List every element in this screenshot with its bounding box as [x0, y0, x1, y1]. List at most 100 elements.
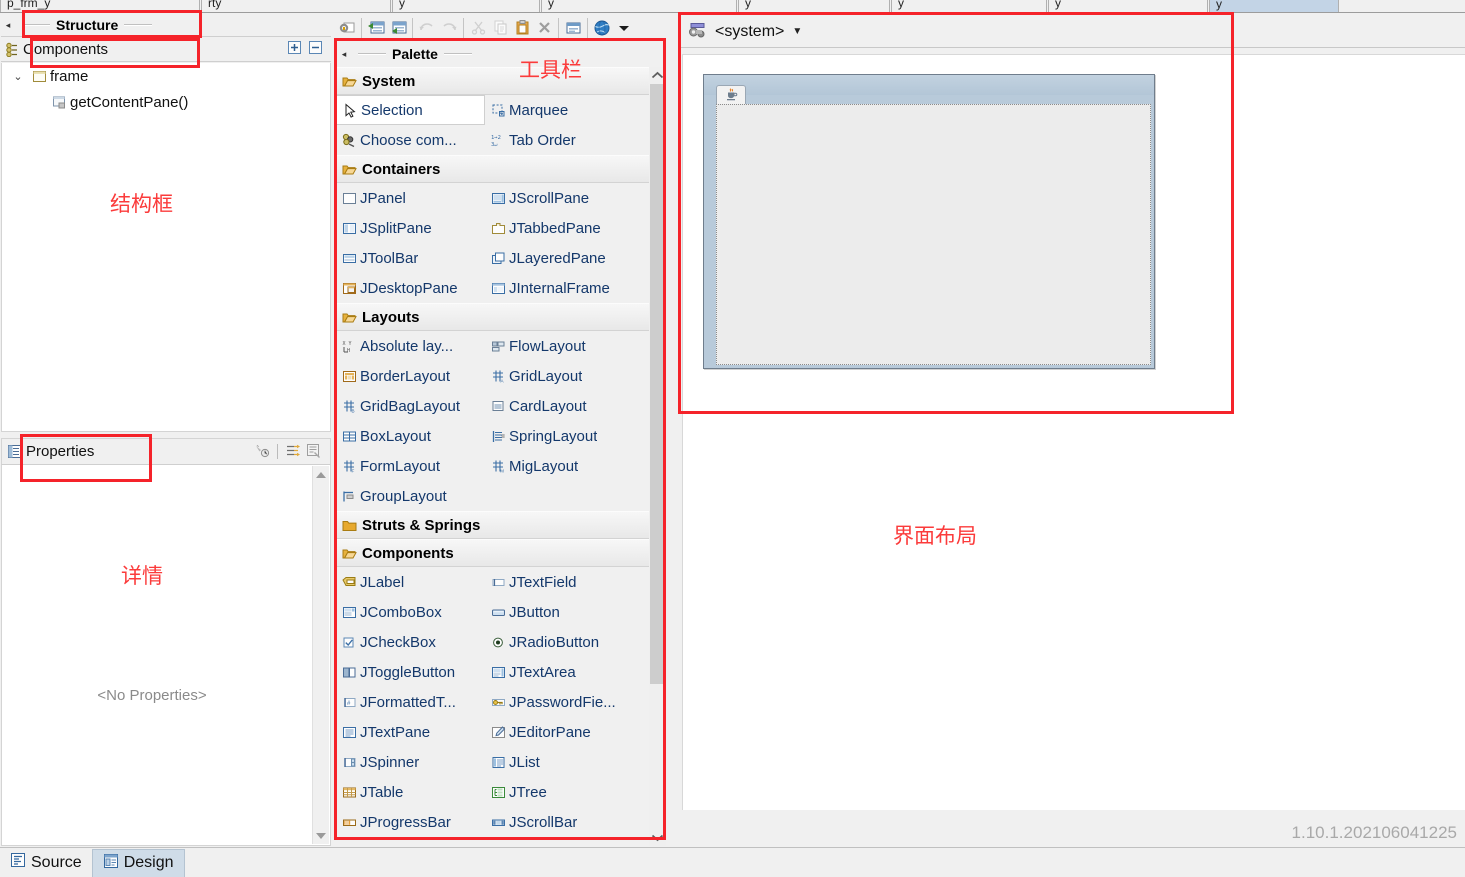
jframe-preview[interactable] [703, 74, 1155, 369]
miglayout-icon: M [487, 459, 509, 474]
palette-item-jeditorpane[interactable]: JEditorPane [485, 717, 634, 747]
show-advanced-icon[interactable] [285, 443, 301, 461]
undo-icon[interactable] [416, 17, 438, 39]
editor-tab[interactable]: y [891, 0, 1047, 12]
palette-item-formlayout[interactable]: F FormLayout [336, 451, 485, 481]
tree-row[interactable]: ⌄ frame [2, 63, 330, 89]
palette-item-jradiobutton[interactable]: JRadioButton [485, 627, 634, 657]
palette-scrollbar[interactable] [649, 67, 666, 846]
palette-item-jscrollbar[interactable]: JScrollBar [485, 807, 634, 837]
palette-item-springlayout[interactable]: ≣ SpringLayout [485, 421, 634, 451]
jframe-content-pane[interactable] [716, 104, 1151, 365]
palette-item-absolute-lay[interactable]: X Y H Absolute lay... [336, 331, 485, 361]
palette-item-jscrollpane[interactable]: JScrollPane [485, 183, 634, 213]
scroll-down-arrow-icon[interactable] [313, 827, 329, 844]
palette-item-jlabel[interactable]: JLabel [336, 567, 485, 597]
palette-item-flowlayout[interactable]: FlowLayout [485, 331, 634, 361]
palette-item-jlist[interactable]: JList [485, 747, 634, 777]
jframe-icon-tab[interactable] [716, 85, 746, 105]
palette-item-jformattedt[interactable]: # JFormattedT... [336, 687, 485, 717]
paste-icon[interactable] [511, 17, 533, 39]
palette-item-choose-com[interactable]: Choose com... [336, 125, 485, 155]
expand-all-icon[interactable] [287, 40, 302, 58]
palette-item-jinternalframe[interactable]: JInternalFrame [485, 273, 634, 303]
tab-source[interactable]: Source [0, 849, 92, 877]
palette-item-selection[interactable]: Selection [336, 95, 485, 125]
scroll-up-arrow-icon[interactable] [649, 67, 666, 84]
palette-item-jtable[interactable]: JTable [336, 777, 485, 807]
properties-scrollbar[interactable] [312, 466, 329, 844]
collapse-left-arrow-icon[interactable]: ◂ [0, 20, 16, 31]
show-events-icon[interactable] [254, 443, 270, 461]
palette-item-jtogglebutton[interactable]: JToggleButton [336, 657, 485, 687]
editor-tab[interactable]: y [541, 0, 737, 12]
palette-scroll-track[interactable] [649, 84, 666, 829]
boxlayout-icon [338, 429, 360, 444]
export-window-icon[interactable] [387, 17, 409, 39]
palette-category-label: Layouts [362, 308, 420, 326]
palette-item-jtextpane[interactable]: JTextPane [336, 717, 485, 747]
scroll-down-arrow-icon[interactable] [649, 829, 666, 846]
chevron-down-icon[interactable]: ▼ [792, 26, 802, 37]
editor-tab[interactable]: rty [201, 0, 391, 12]
delete-icon[interactable] [533, 17, 555, 39]
palette-item-label: JSplitPane [360, 219, 432, 237]
properties-body[interactable]: <No Properties> [1, 465, 331, 846]
palette-item-jdesktoppane[interactable]: JDesktopPane [336, 273, 485, 303]
collapse-left-arrow-icon[interactable]: ◂ [336, 49, 352, 60]
palette-item-jprogressbar[interactable]: JProgressBar [336, 807, 485, 837]
palette-item-jlayeredpane[interactable]: JLayeredPane [485, 243, 634, 273]
scroll-up-arrow-icon[interactable] [313, 466, 329, 483]
collapse-all-icon[interactable] [308, 40, 323, 58]
cut-icon[interactable] [467, 17, 489, 39]
palette-item-jtabbedpane[interactable]: JTabbedPane [485, 213, 634, 243]
palette-item-boxlayout[interactable]: BoxLayout [336, 421, 485, 451]
palette-category-struts-springs[interactable]: Struts & Springs [336, 511, 666, 539]
toolbar-overflow-arrow[interactable] [613, 17, 635, 39]
palette-item-jtextfield[interactable]: JTextField [485, 567, 634, 597]
palette-scroll-thumb[interactable] [650, 84, 665, 684]
goto-definition-icon[interactable] [306, 443, 322, 461]
redo-icon[interactable] [438, 17, 460, 39]
palette-item-jpasswordfie[interactable]: JPasswordFie... [485, 687, 634, 717]
palette-item-jtree[interactable]: JTree [485, 777, 634, 807]
jbutton-icon [487, 605, 509, 620]
palette-category-layouts[interactable]: Layouts [336, 303, 666, 331]
palette-item-gridbaglayout[interactable]: B GridBagLayout [336, 391, 485, 421]
editor-tab[interactable]: y [392, 0, 540, 12]
copy-icon[interactable] [489, 17, 511, 39]
look-and-feel-selector[interactable]: <system> ▼ [680, 16, 1465, 48]
palette-category-list[interactable]: System Selection Marquee Choose com... 1→2 3↵… [336, 67, 666, 846]
palette-item-jpanel[interactable]: JPanel [336, 183, 485, 213]
palette-item-jcombobox[interactable]: JComboBox [336, 597, 485, 627]
palette-item-tab-order[interactable]: 1→2 3↵ Tab Order [485, 125, 634, 155]
palette-item-miglayout[interactable]: M MigLayout [485, 451, 634, 481]
palette-item-borderlayout[interactable]: BorderLayout [336, 361, 485, 391]
tree-row[interactable]: getContentPane() [2, 89, 330, 115]
palette-item-jsplitpane[interactable]: JSplitPane [336, 213, 485, 243]
open-window-icon[interactable] [365, 17, 387, 39]
palette-item-jtextarea[interactable]: JTextArea [485, 657, 634, 687]
palette-item-jtoolbar[interactable]: JToolBar [336, 243, 485, 273]
editor-tab[interactable]: y [1048, 0, 1208, 12]
editor-tab[interactable]: p_frm_y [0, 0, 200, 12]
palette-category-system[interactable]: System [336, 67, 666, 95]
palette-item-cardlayout[interactable]: CardLayout [485, 391, 634, 421]
palette-item-jcheckbox[interactable]: JCheckBox [336, 627, 485, 657]
palette-item-grouplayout[interactable]: GroupLayout [336, 481, 485, 511]
globe-icon[interactable] [591, 17, 613, 39]
palette-item-marquee[interactable]: Marquee [485, 95, 634, 125]
palette-category-containers[interactable]: Containers [336, 155, 666, 183]
test-refresh-icon[interactable] [336, 17, 358, 39]
editor-tab-active[interactable]: y [1209, 0, 1339, 12]
design-canvas[interactable] [682, 54, 1465, 810]
component-tree[interactable]: ⌄ frame getContentPane() [1, 63, 331, 432]
tab-design[interactable]: Design [91, 848, 185, 877]
external-window-icon[interactable] [562, 17, 584, 39]
palette-item-jbutton[interactable]: JButton [485, 597, 634, 627]
palette-item-gridlayout[interactable]: A GridLayout [485, 361, 634, 391]
palette-item-jspinner[interactable]: JSpinner [336, 747, 485, 777]
expand-twisty-icon[interactable]: ⌄ [8, 70, 28, 83]
palette-category-components[interactable]: Components [336, 539, 666, 567]
editor-tab[interactable]: y [738, 0, 890, 12]
